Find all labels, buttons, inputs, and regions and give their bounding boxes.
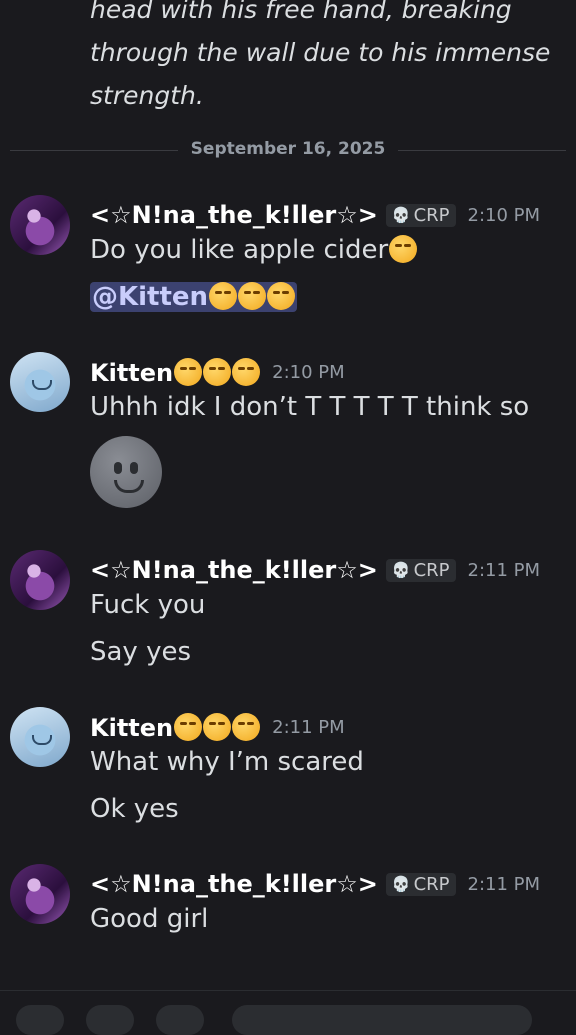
gift-button[interactable] [86, 1005, 134, 1035]
nina-avatar[interactable] [10, 195, 70, 255]
timestamp: 2:10 PM [467, 204, 541, 226]
previous-message-line: through the wall due to his immense [90, 38, 551, 67]
server-tag[interactable]: 💀 CRP [385, 872, 456, 896]
chat-message[interactable]: <☆N!na_the_k!ller☆> 💀 CRP 2:11 PM Fuck yo… [10, 550, 566, 680]
smirk-emoji [209, 282, 238, 310]
divider-line-left [10, 150, 178, 151]
message-header: Kitten 2:11 PM [90, 707, 345, 747]
message-text: Uhhh idk I don’t T T T T T think so [90, 392, 530, 422]
date-divider: September 16, 2025 [10, 139, 566, 159]
message-header: Kitten 2:10 PM [90, 352, 345, 392]
smirk-emoji [203, 712, 232, 741]
smirk-emoji [238, 282, 267, 310]
timestamp: 2:11 PM [467, 559, 541, 581]
message-input[interactable] [232, 1005, 532, 1035]
message-header: <☆N!na_the_k!ller☆> 💀 CRP 2:10 PM [90, 195, 540, 235]
previous-message-text: head with his free hand, breaking throug… [90, 0, 570, 117]
message-text: Good girl [90, 904, 209, 934]
message-line: @Kitten [90, 282, 298, 312]
username-text: Kitten [90, 358, 174, 387]
timestamp: 2:11 PM [467, 873, 541, 895]
message-text: Do you like apple cider [90, 235, 389, 265]
timestamp: 2:11 PM [272, 716, 345, 738]
message-text: Ok yes [90, 794, 179, 824]
username[interactable]: <☆N!na_the_k!ller☆> [90, 556, 378, 584]
skull-icon: 💀 [391, 206, 411, 224]
username[interactable]: <☆N!na_the_k!ller☆> [90, 870, 378, 898]
emoji-mouth [114, 480, 144, 493]
smirk-emoji [232, 357, 261, 386]
skull-icon: 💀 [391, 875, 411, 893]
smirk-emoji [232, 712, 261, 741]
previous-message-line: head with his free hand, breaking [90, 0, 512, 24]
mention-label: @Kitten [92, 282, 209, 312]
skull-icon: 💀 [391, 561, 411, 579]
smile-emoji[interactable] [90, 436, 162, 508]
timestamp: 2:10 PM [272, 361, 345, 383]
message-header: <☆N!na_the_k!ller☆> 💀 CRP 2:11 PM [90, 864, 540, 904]
smirk-emoji [174, 357, 203, 386]
kitten-avatar[interactable] [10, 707, 70, 767]
message-line: Do you like apple cider [90, 235, 418, 265]
date-label: September 16, 2025 [190, 139, 386, 159]
username[interactable]: <☆N!na_the_k!ller☆> [90, 201, 378, 229]
previous-message-line: strength. [90, 81, 204, 110]
username-text: Kitten [90, 713, 174, 742]
smirk-emoji [267, 282, 296, 310]
relieved-face-emoji [389, 235, 418, 263]
message-text: Fuck you [90, 590, 206, 620]
server-tag-label: CRP [413, 204, 450, 226]
chat-message[interactable]: <☆N!na_the_k!ller☆> 💀 CRP 2:10 PM Do you … [10, 195, 566, 325]
server-tag[interactable]: 💀 CRP [385, 558, 456, 582]
server-tag-label: CRP [413, 559, 450, 581]
smirk-emoji [203, 357, 232, 386]
username[interactable]: Kitten [90, 712, 261, 742]
apps-button[interactable] [156, 1005, 204, 1035]
emoji-eye [114, 462, 122, 474]
username[interactable]: Kitten [90, 357, 261, 387]
server-tag-label: CRP [413, 873, 450, 895]
plus-button[interactable] [16, 1005, 64, 1035]
kitten-avatar[interactable] [10, 352, 70, 412]
message-text: Say yes [90, 637, 192, 667]
message-header: <☆N!na_the_k!ller☆> 💀 CRP 2:11 PM [90, 550, 540, 590]
chat-message[interactable]: Kitten 2:11 PM What why I’m scared Ok ye… [10, 707, 566, 837]
message-text: What why I’m scared [90, 747, 364, 777]
chat-message[interactable]: Kitten 2:10 PM Uhhh idk I don’t T T T T … [10, 352, 566, 512]
chat-message[interactable]: <☆N!na_the_k!ller☆> 💀 CRP 2:11 PM Good gi… [10, 864, 566, 954]
nina-avatar[interactable] [10, 864, 70, 924]
user-mention[interactable]: @Kitten [90, 282, 298, 312]
emoji-eye [130, 462, 138, 474]
divider-line-right [398, 150, 566, 151]
server-tag[interactable]: 💀 CRP [385, 203, 456, 227]
chat-input-bar [0, 990, 576, 1035]
nina-avatar[interactable] [10, 550, 70, 610]
smirk-emoji [174, 712, 203, 741]
